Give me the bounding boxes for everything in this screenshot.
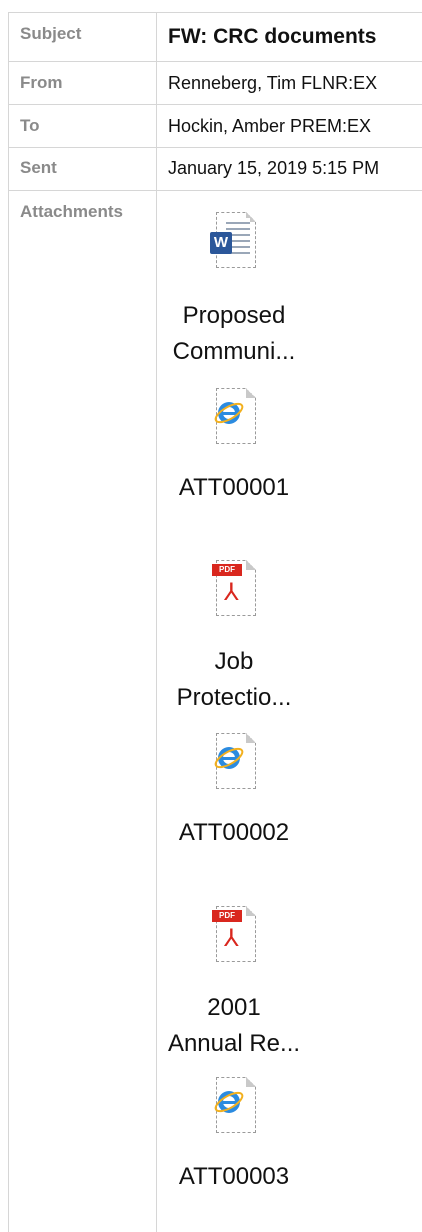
subject-label: Subject — [20, 24, 82, 43]
attachment-name: Proposed Communi... — [172, 302, 296, 365]
attachment-item[interactable]: PDF ⅄ Job Protectio... — [157, 556, 311, 716]
internet-explorer-icon — [204, 729, 264, 797]
internet-explorer-icon — [204, 1073, 264, 1141]
attachment-name: ATT00001 — [178, 474, 290, 501]
sent-value: January 15, 2019 5:15 PM — [168, 158, 380, 178]
pdf-icon: PDF ⅄ — [204, 902, 264, 970]
row-divider — [8, 104, 422, 105]
to-value[interactable]: Hockin, Amber PREM:EX — [168, 116, 371, 137]
to-label: To — [20, 116, 40, 135]
attachments-label: Attachments — [20, 202, 123, 221]
from-label: From — [20, 73, 63, 92]
attachment-name: ATT00003 — [178, 1163, 290, 1190]
attachment-item[interactable]: ATT00001 — [157, 384, 311, 506]
subject-value: FW: CRC documents — [168, 25, 377, 48]
internet-explorer-icon — [204, 384, 264, 452]
attachment-name: Job Protectio... — [176, 648, 292, 711]
row-divider — [8, 190, 422, 191]
row-divider — [8, 147, 422, 148]
word-doc-icon: W — [204, 208, 264, 276]
attachment-item[interactable]: W Proposed Communi... — [157, 208, 311, 370]
attachment-item[interactable]: ATT00003 — [157, 1073, 311, 1195]
attachment-name: ATT00002 — [178, 819, 290, 846]
pdf-icon: PDF ⅄ — [204, 556, 264, 624]
top-border — [8, 12, 422, 13]
left-border — [8, 12, 9, 1232]
attachment-item[interactable]: PDF ⅄ 2001 Annual Re... — [157, 902, 311, 1062]
sent-label: Sent — [20, 158, 57, 177]
attachment-item[interactable]: ATT00002 — [157, 729, 311, 851]
from-value[interactable]: Renneberg, Tim FLNR:EX — [168, 73, 377, 94]
attachment-name: 2001 Annual Re... — [167, 994, 301, 1057]
row-divider — [8, 61, 422, 62]
